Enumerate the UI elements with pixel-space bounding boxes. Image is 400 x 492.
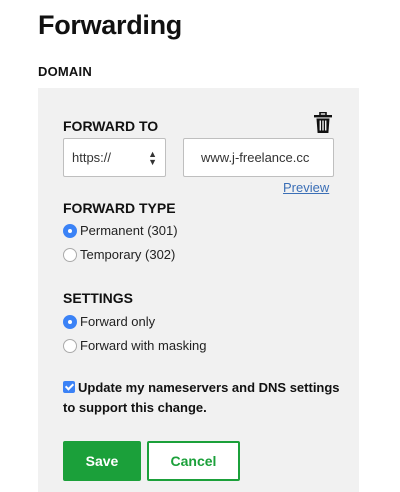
save-button[interactable]: Save — [63, 441, 141, 481]
forward-url-input[interactable] — [183, 138, 334, 177]
radio-temporary-302[interactable]: Temporary (302) — [63, 247, 175, 262]
forward-to-label: FORWARD TO — [63, 118, 159, 134]
nameserver-checkbox-row: Update my nameservers and DNS settings t… — [63, 378, 343, 418]
radio-selected-icon — [63, 314, 77, 329]
page-title: Forwarding — [38, 10, 182, 40]
cancel-button[interactable]: Cancel — [147, 441, 240, 481]
radio-forward-only[interactable]: Forward only — [63, 314, 155, 329]
nameserver-checkbox[interactable] — [63, 381, 75, 393]
radio-label: Forward with masking — [80, 338, 207, 353]
radio-selected-icon — [63, 223, 77, 238]
forwarding-panel: FORWARD TO https:// ▲▼ Preview FORWARD T… — [38, 88, 359, 492]
forward-type-label: FORWARD TYPE — [63, 200, 176, 216]
domain-section-label: DOMAIN — [38, 64, 92, 79]
select-arrows-icon: ▲ ▼ — [148, 149, 157, 167]
radio-unselected-icon — [63, 338, 77, 353]
protocol-select[interactable]: https:// ▲ ▼ — [63, 138, 166, 177]
radio-label: Temporary (302) — [80, 247, 176, 262]
radio-label: Forward only — [80, 314, 156, 329]
nameserver-checkbox-label: Update my nameservers and DNS settings t… — [63, 380, 340, 415]
trash-icon[interactable] — [313, 111, 333, 134]
radio-unselected-icon — [63, 247, 77, 262]
preview-link[interactable]: Preview — [283, 180, 329, 195]
radio-forward-with-masking[interactable]: Forward with masking — [63, 338, 206, 353]
protocol-select-value: https:// — [72, 150, 112, 165]
radio-label: Permanent (301) — [80, 223, 178, 238]
settings-label: SETTINGS — [63, 290, 134, 306]
radio-permanent-301[interactable]: Permanent (301) — [63, 223, 178, 238]
